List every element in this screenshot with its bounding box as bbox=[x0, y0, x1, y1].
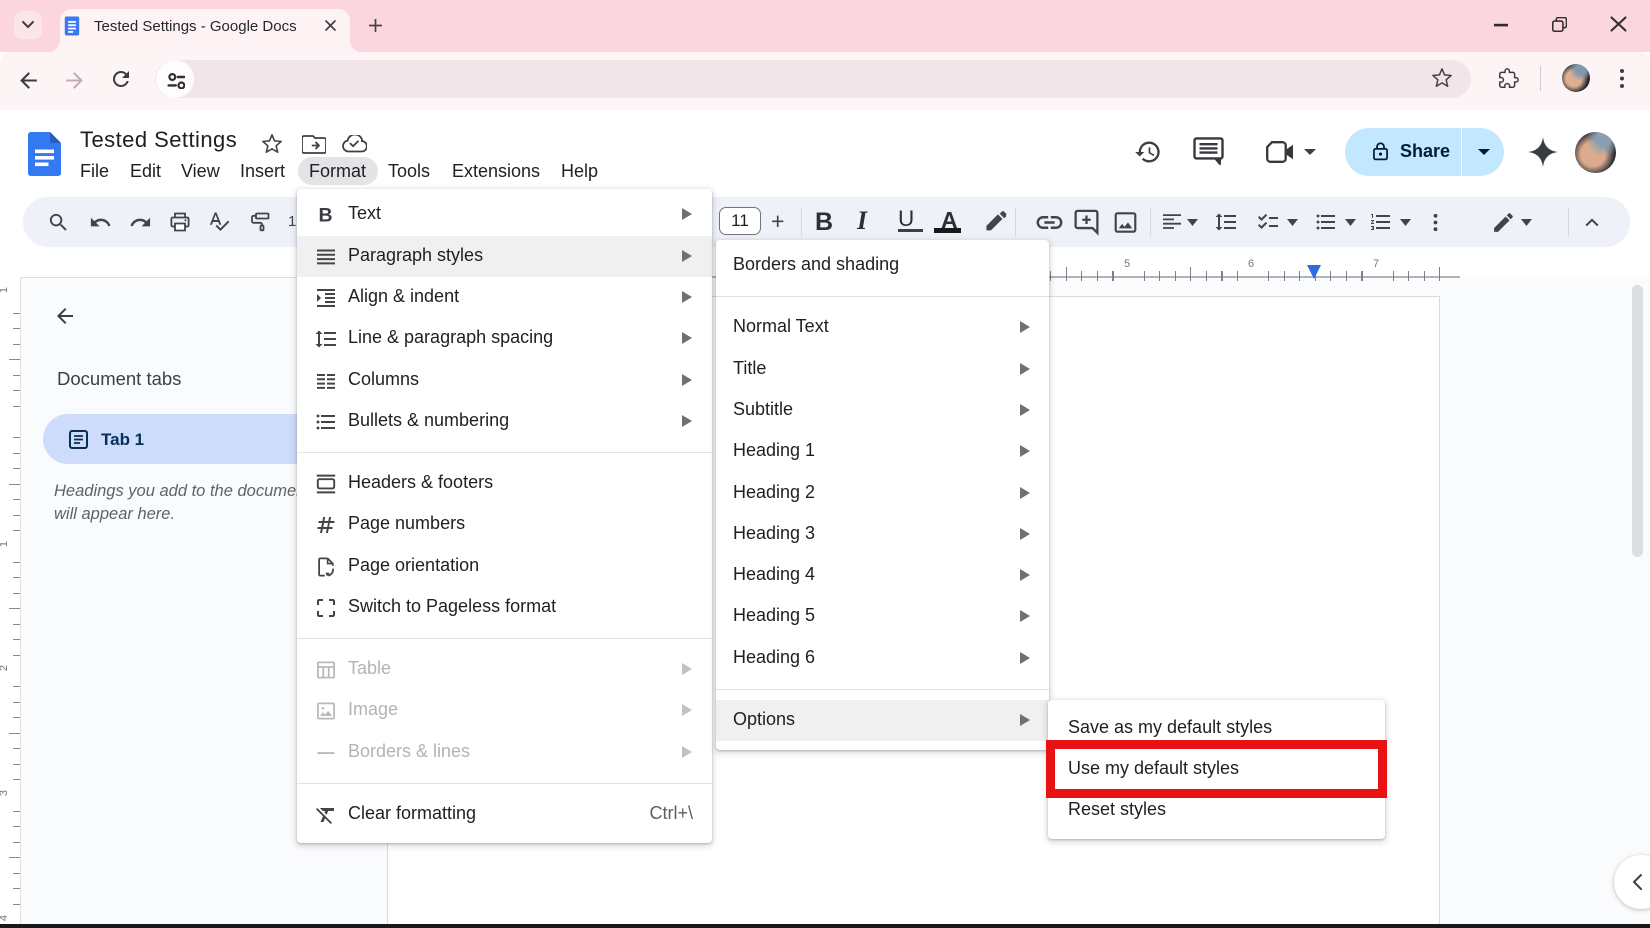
svg-text:B: B bbox=[319, 204, 333, 226]
